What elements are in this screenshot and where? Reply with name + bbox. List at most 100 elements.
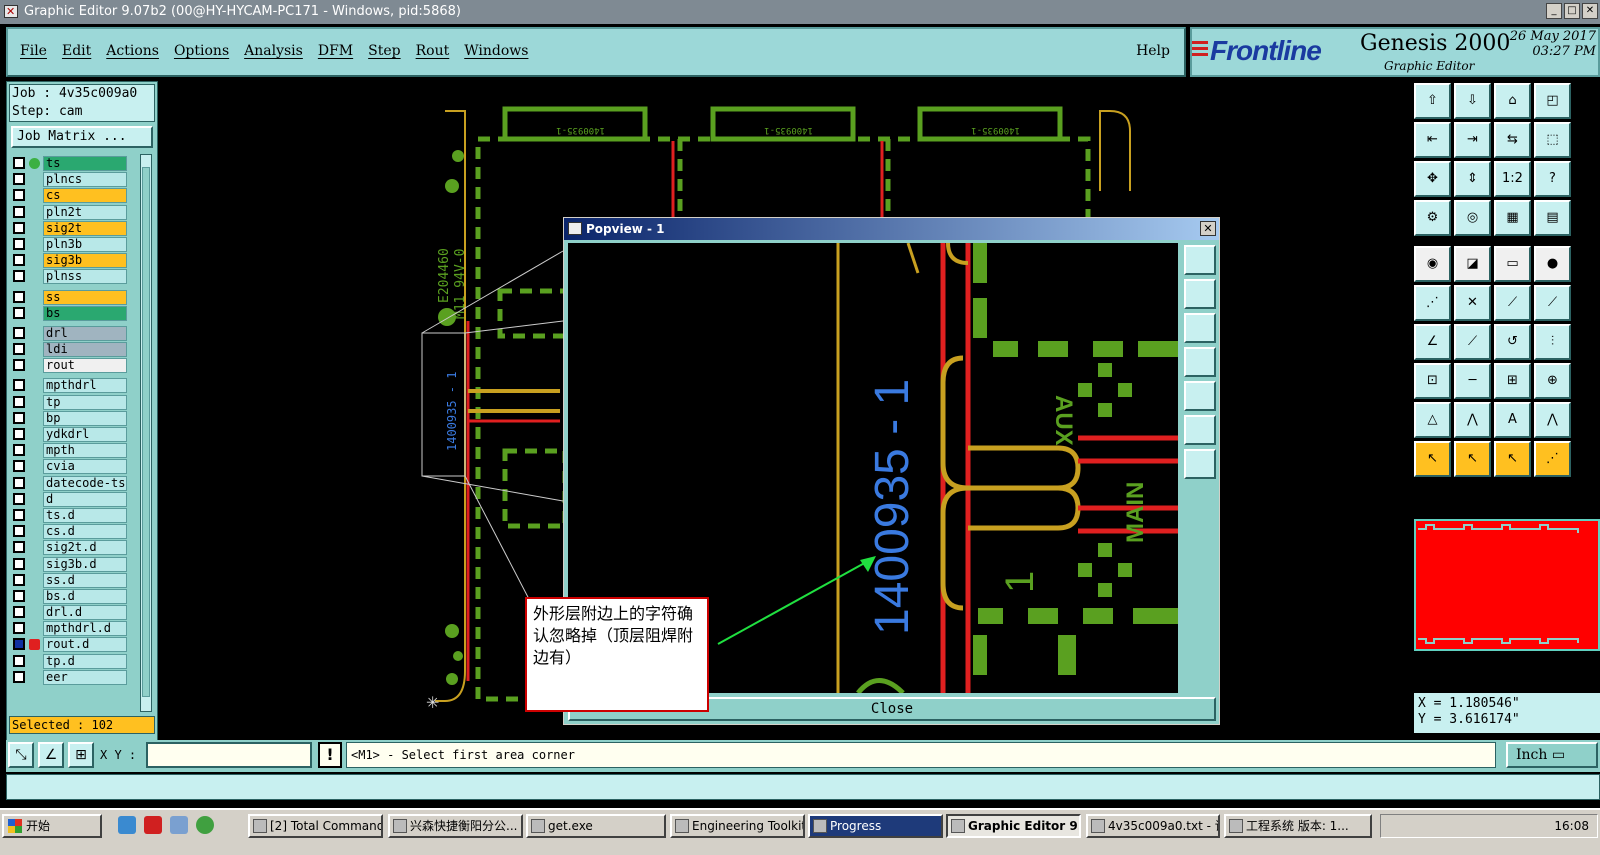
tool-shape-2-icon[interactable]: ⋀ — [1454, 402, 1491, 438]
layer-name[interactable]: plnss — [43, 269, 127, 285]
taskbar-item[interactable]: Graphic Editor 9.0... — [946, 814, 1081, 838]
layer-name[interactable]: tp — [43, 394, 127, 410]
close-button[interactable]: ✕ — [1582, 3, 1598, 19]
tool-home-1-icon[interactable]: ⇧ — [1414, 83, 1451, 119]
tool-edit-2-icon[interactable]: ⟋ — [1454, 324, 1491, 360]
layer-checkbox[interactable] — [13, 254, 25, 267]
tool-shape-3-icon[interactable]: A — [1494, 402, 1531, 438]
layer-row[interactable]: ts.d — [11, 507, 135, 524]
layer-checkbox[interactable] — [13, 411, 25, 424]
tool-misc-3-icon[interactable]: ▦ — [1494, 200, 1531, 236]
layer-name[interactable]: pln3b — [43, 236, 127, 252]
tool-shape-4-icon[interactable]: ⋀ — [1534, 402, 1571, 438]
tool-select-2-icon[interactable]: ◪ — [1454, 246, 1491, 282]
taskbar-item[interactable]: 4v35c009a0.txt - 记... — [1086, 814, 1220, 838]
layer-row[interactable]: sig2t.d — [11, 540, 135, 556]
menu-windows[interactable]: Windows — [464, 43, 528, 59]
menu-step[interactable]: Step — [368, 43, 400, 59]
layer-name[interactable]: tp.d — [43, 653, 127, 669]
layer-row[interactable]: drl.d — [11, 605, 135, 621]
alert-button[interactable]: ! — [318, 742, 342, 768]
layer-name[interactable]: cvia — [43, 459, 127, 475]
layer-name[interactable]: ldi — [43, 342, 127, 358]
layer-row[interactable]: bs — [11, 305, 135, 322]
layer-checkbox[interactable] — [13, 157, 25, 169]
tool-transform-4-icon[interactable]: ⊕ — [1534, 363, 1571, 399]
layer-row[interactable]: cvia — [11, 459, 135, 475]
grid-icon[interactable]: ⊞ — [68, 742, 94, 768]
layer-checkbox[interactable] — [13, 379, 25, 392]
layer-checkbox[interactable] — [13, 205, 25, 218]
tool-zoom-4-icon[interactable]: ? — [1534, 161, 1571, 197]
snap-icon[interactable]: ⤡ — [8, 742, 34, 768]
popview-tool-1[interactable] — [1184, 245, 1216, 275]
layer-checkbox[interactable] — [13, 444, 25, 457]
layer-checkbox[interactable] — [13, 460, 25, 473]
taskbar-item[interactable]: Progress — [808, 814, 943, 838]
layer-checkbox[interactable] — [13, 638, 25, 651]
layer-name[interactable]: mpth — [43, 443, 127, 459]
taskbar-item[interactable]: get.exe — [526, 814, 666, 838]
layer-name[interactable]: mpthdrl.d — [43, 621, 127, 637]
layer-row[interactable]: plnss — [11, 269, 135, 285]
quick-launch-icon-3[interactable] — [170, 816, 188, 834]
layer-name[interactable]: mpthdrl — [43, 378, 127, 394]
tool-select-3-icon[interactable]: ▭ — [1494, 246, 1531, 282]
popview-title-bar[interactable]: Popview - 1 ✕ — [564, 218, 1219, 240]
tool-zoom-3-icon[interactable]: 1:2 — [1494, 161, 1531, 197]
layer-row[interactable]: tp.d — [11, 653, 135, 670]
tool-zoom-2-icon[interactable]: ⇕ — [1454, 161, 1491, 197]
layer-row[interactable]: pln2t — [11, 204, 135, 221]
popview-tool-2[interactable] — [1184, 279, 1216, 309]
quick-launch-icon-1[interactable] — [118, 816, 136, 834]
layer-row[interactable]: ss.d — [11, 572, 135, 589]
layer-name[interactable]: sig3b.d — [43, 556, 127, 572]
layer-name[interactable]: bs — [43, 305, 127, 321]
tool-select-1-icon[interactable]: ◉ — [1414, 246, 1451, 282]
layer-name[interactable]: ss.d — [43, 572, 127, 588]
tool-home-3-icon[interactable]: ⌂ — [1494, 83, 1531, 119]
layer-row[interactable]: mpthdrl.d — [11, 621, 135, 637]
layer-checkbox[interactable] — [13, 557, 25, 570]
pdf-icon[interactable] — [144, 816, 162, 834]
layer-checkbox[interactable] — [13, 508, 25, 521]
maximize-button[interactable]: □ — [1564, 3, 1580, 19]
layer-checkbox[interactable] — [13, 525, 25, 538]
layer-checkbox[interactable] — [13, 492, 25, 505]
popview-tool-5[interactable] — [1184, 381, 1216, 411]
tool-select-4-icon[interactable]: ● — [1534, 246, 1571, 282]
tool-stack-3-icon[interactable]: ⇆ — [1494, 122, 1531, 158]
menu-dfm[interactable]: DFM — [318, 43, 353, 59]
layer-row[interactable]: sig3b.d — [11, 556, 135, 573]
layer-name[interactable]: cs.d — [43, 524, 127, 540]
tool-stack-2-icon[interactable]: ⇥ — [1454, 122, 1491, 158]
tool-stack-1-icon[interactable]: ⇤ — [1414, 122, 1451, 158]
layer-checkbox[interactable] — [13, 343, 25, 356]
tool-snap-4-icon[interactable]: ⟋ — [1534, 285, 1571, 321]
layer-row[interactable]: ldi — [11, 342, 135, 358]
layer-checkbox[interactable] — [13, 622, 25, 635]
menu-help[interactable]: Help — [1136, 43, 1170, 59]
layer-checkbox[interactable] — [13, 476, 25, 489]
tool-pointer-3-icon[interactable]: ↖ — [1494, 441, 1531, 477]
layer-name[interactable]: datecode-ts — [43, 475, 127, 491]
popview-tool-7[interactable] — [1184, 449, 1216, 479]
menu-edit[interactable]: Edit — [62, 43, 91, 59]
layer-name[interactable]: d — [43, 491, 127, 507]
tool-shape-1-icon[interactable]: △ — [1414, 402, 1451, 438]
layer-row[interactable]: eer — [11, 669, 135, 686]
tool-stack-4-icon[interactable]: ⬚ — [1534, 122, 1571, 158]
layer-row[interactable]: plncs — [11, 172, 135, 188]
layer-name[interactable]: bp — [43, 410, 127, 426]
start-button[interactable]: 开始 — [2, 814, 102, 838]
job-matrix-button[interactable]: Job Matrix ... — [11, 126, 153, 148]
taskbar-item[interactable]: Engineering Toolkit 9... — [670, 814, 805, 838]
layer-name[interactable]: cs — [43, 188, 127, 204]
layer-row[interactable]: bp — [11, 410, 135, 427]
layer-checkbox[interactable] — [13, 173, 25, 186]
layer-name[interactable]: ydkdrl — [43, 427, 127, 442]
tool-home-4-icon[interactable]: ◰ — [1534, 83, 1571, 119]
layer-checkbox[interactable] — [13, 573, 25, 586]
tool-misc-4-icon[interactable]: ▤ — [1534, 200, 1571, 236]
layer-row[interactable]: cs — [11, 188, 135, 204]
